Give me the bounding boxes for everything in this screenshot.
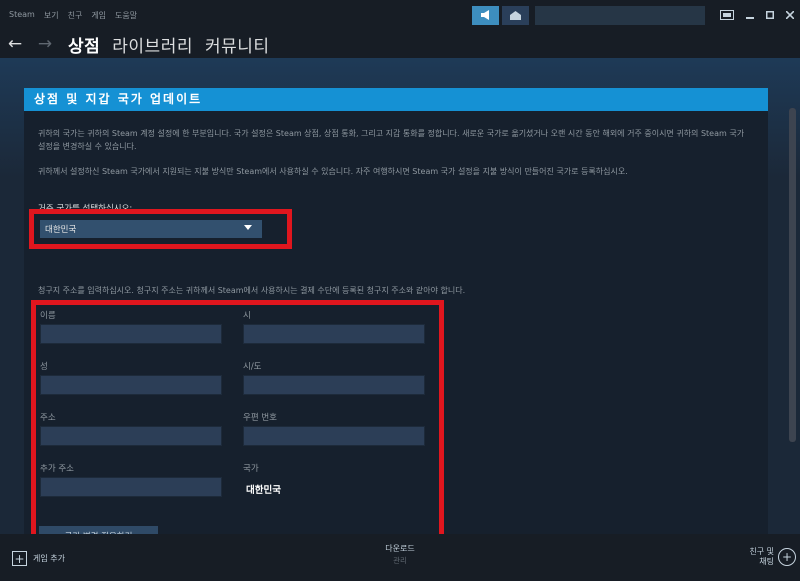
address2-field[interactable] [40,477,222,497]
menu-games[interactable]: 게임 [91,10,106,21]
country-value: 대한민국 [246,485,281,496]
tab-community[interactable]: 커뮤니티 [205,32,270,57]
menu-view[interactable]: 보기 [44,10,59,21]
friends-chat-label: 친구 및 채팅 [749,547,774,566]
downloads-label: 다운로드 [385,544,415,553]
address-field[interactable] [40,426,222,446]
tab-store[interactable]: 상점 [68,32,100,57]
big-picture-icon[interactable] [713,6,740,25]
downloads-manage-label: 관리 [393,556,407,565]
minimize-icon[interactable] [740,0,760,30]
tab-library[interactable]: 라이브러리 [112,32,193,57]
close-icon[interactable] [780,0,800,30]
nav-bar: ← → 상점 라이브러리 커뮤니티 [0,30,800,58]
maximize-icon[interactable] [760,0,780,30]
announcement-icon[interactable] [472,5,499,25]
menu-help[interactable]: 도움말 [115,10,137,21]
plus-icon: + [12,551,27,566]
state-field[interactable] [243,375,425,395]
chevron-down-icon [244,225,252,230]
forward-arrow-icon[interactable]: → [34,34,56,54]
downloads-button[interactable]: 다운로드 관리 [360,543,440,566]
address-label: 주소 [40,413,56,423]
scrollbar[interactable] [789,108,796,442]
friends-add-icon: + [778,548,796,566]
city-label: 시 [243,311,251,321]
country-dropdown-value: 대한민국 [45,225,77,235]
back-arrow-icon[interactable]: ← [4,34,26,54]
last-name-field[interactable] [40,375,222,395]
add-game-label: 게임 추가 [33,554,65,563]
postal-code-label: 우편 번호 [243,413,277,423]
notifications-icon[interactable] [502,5,529,25]
country-description: 귀하의 국가는 귀하의 Steam 계정 설정에 한 부분입니다. 국가 설정은… [38,129,745,151]
payment-description: 귀하께서 설정하신 Steam 국가에서 지원되는 지불 방식만 Steam에서… [38,167,628,176]
page-title: 상점 및 지갑 국가 업데이트 [24,88,768,111]
menu-friends[interactable]: 친구 [68,10,83,21]
billing-note: 청구지 주소를 입력하십시오. 청구지 주소는 귀하께서 Steam에서 사용하… [38,286,466,295]
country-dropdown[interactable]: 대한민국 [40,220,262,238]
last-name-label: 성 [40,362,48,372]
title-bar: Steam 보기 친구 게임 도움말 [0,0,800,30]
scrollbar-thumb[interactable] [789,108,796,442]
state-label: 시/도 [243,362,262,372]
first-name-field[interactable] [40,324,222,344]
store-content: 상점 및 지갑 국가 업데이트 귀하의 국가는 귀하의 Steam 계정 설정에… [0,58,800,559]
address2-label: 추가 주소 [40,464,74,474]
menu-steam[interactable]: Steam [9,10,35,21]
account-menu[interactable] [535,5,705,25]
country-update-panel: 상점 및 지갑 국가 업데이트 귀하의 국가는 귀하의 Steam 계정 설정에… [24,88,768,559]
first-name-label: 이름 [40,311,56,321]
bottom-bar: + 게임 추가 다운로드 관리 친구 및 채팅 + [0,534,800,581]
city-field[interactable] [243,324,425,344]
menu-bar: Steam 보기 친구 게임 도움말 [0,10,137,21]
friends-chat-button[interactable]: 친구 및 채팅 + [748,547,796,567]
postal-code-field[interactable] [243,426,425,446]
add-game-button[interactable]: + 게임 추가 [12,551,65,566]
country-label: 국가 [243,464,259,474]
